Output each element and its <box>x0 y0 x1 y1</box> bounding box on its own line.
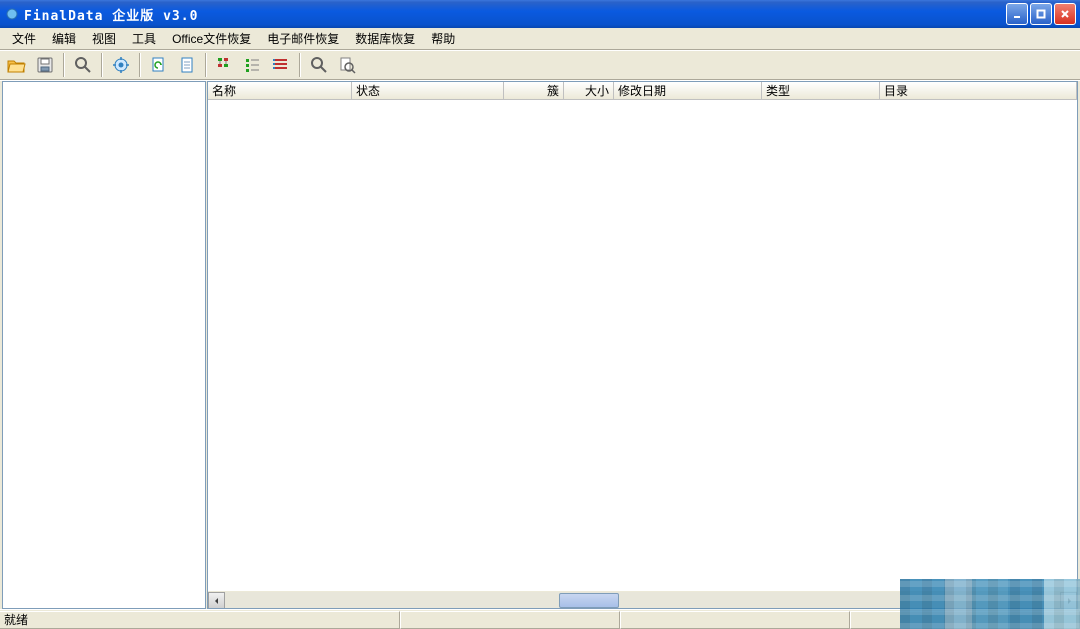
menu-tools[interactable]: 工具 <box>124 28 164 49</box>
open-button[interactable] <box>4 52 30 78</box>
toolbar-separator <box>205 53 207 77</box>
page-button[interactable] <box>174 52 200 78</box>
status-cell-4 <box>850 611 1080 629</box>
menu-office-recover[interactable]: Office文件恢复 <box>164 28 259 49</box>
tree-pane[interactable] <box>2 81 206 609</box>
tree-view-button[interactable] <box>212 52 238 78</box>
page-refresh-button[interactable] <box>146 52 172 78</box>
details-view-button[interactable] <box>268 52 294 78</box>
menu-file[interactable]: 文件 <box>4 28 44 49</box>
column-type[interactable]: 类型 <box>762 82 880 99</box>
window-controls <box>1006 3 1076 25</box>
menu-view[interactable]: 视图 <box>84 28 124 49</box>
scroll-left-icon[interactable] <box>208 592 225 609</box>
scroll-thumb[interactable] <box>559 593 619 608</box>
minimize-button[interactable] <box>1006 3 1028 25</box>
maximize-button[interactable] <box>1030 3 1052 25</box>
menu-db-recover[interactable]: 数据库恢复 <box>347 28 423 49</box>
list-header: 名称 状态 簇 大小 修改日期 类型 目录 <box>208 82 1077 100</box>
titlebar: FinalData 企业版 v3.0 <box>0 0 1080 28</box>
main-area: 名称 状态 簇 大小 修改日期 类型 目录 <box>0 80 1080 609</box>
find-button[interactable] <box>306 52 332 78</box>
menu-help[interactable]: 帮助 <box>423 28 463 49</box>
column-status[interactable]: 状态 <box>352 82 504 99</box>
window-title: FinalData 企业版 v3.0 <box>24 5 1006 24</box>
status-cell-3 <box>620 611 850 629</box>
toolbar <box>0 50 1080 80</box>
list-body[interactable] <box>208 100 1077 591</box>
list-pane: 名称 状态 簇 大小 修改日期 类型 目录 <box>207 81 1078 609</box>
status-text: 就绪 <box>0 611 400 629</box>
app-icon <box>4 6 20 22</box>
statusbar: 就绪 <box>0 609 1080 629</box>
list-tree-button[interactable] <box>240 52 266 78</box>
scroll-right-icon[interactable] <box>1060 592 1077 609</box>
save-button[interactable] <box>32 52 58 78</box>
column-cluster[interactable]: 簇 <box>504 82 564 99</box>
toolbar-separator <box>139 53 141 77</box>
search-button[interactable] <box>70 52 96 78</box>
scroll-track[interactable] <box>225 592 1060 608</box>
close-button[interactable] <box>1054 3 1076 25</box>
column-name[interactable]: 名称 <box>208 82 352 99</box>
menubar: 文件 编辑 视图 工具 Office文件恢复 电子邮件恢复 数据库恢复 帮助 <box>0 28 1080 50</box>
horizontal-scrollbar[interactable] <box>208 591 1077 608</box>
column-size[interactable]: 大小 <box>564 82 614 99</box>
status-cell-2 <box>400 611 620 629</box>
column-directory[interactable]: 目录 <box>880 82 1077 99</box>
toolbar-separator <box>63 53 65 77</box>
menu-email-recover[interactable]: 电子邮件恢复 <box>259 28 347 49</box>
toolbar-separator <box>299 53 301 77</box>
settings-button[interactable] <box>108 52 134 78</box>
find-page-button[interactable] <box>334 52 360 78</box>
menu-edit[interactable]: 编辑 <box>44 28 84 49</box>
toolbar-separator <box>101 53 103 77</box>
column-modified[interactable]: 修改日期 <box>614 82 762 99</box>
